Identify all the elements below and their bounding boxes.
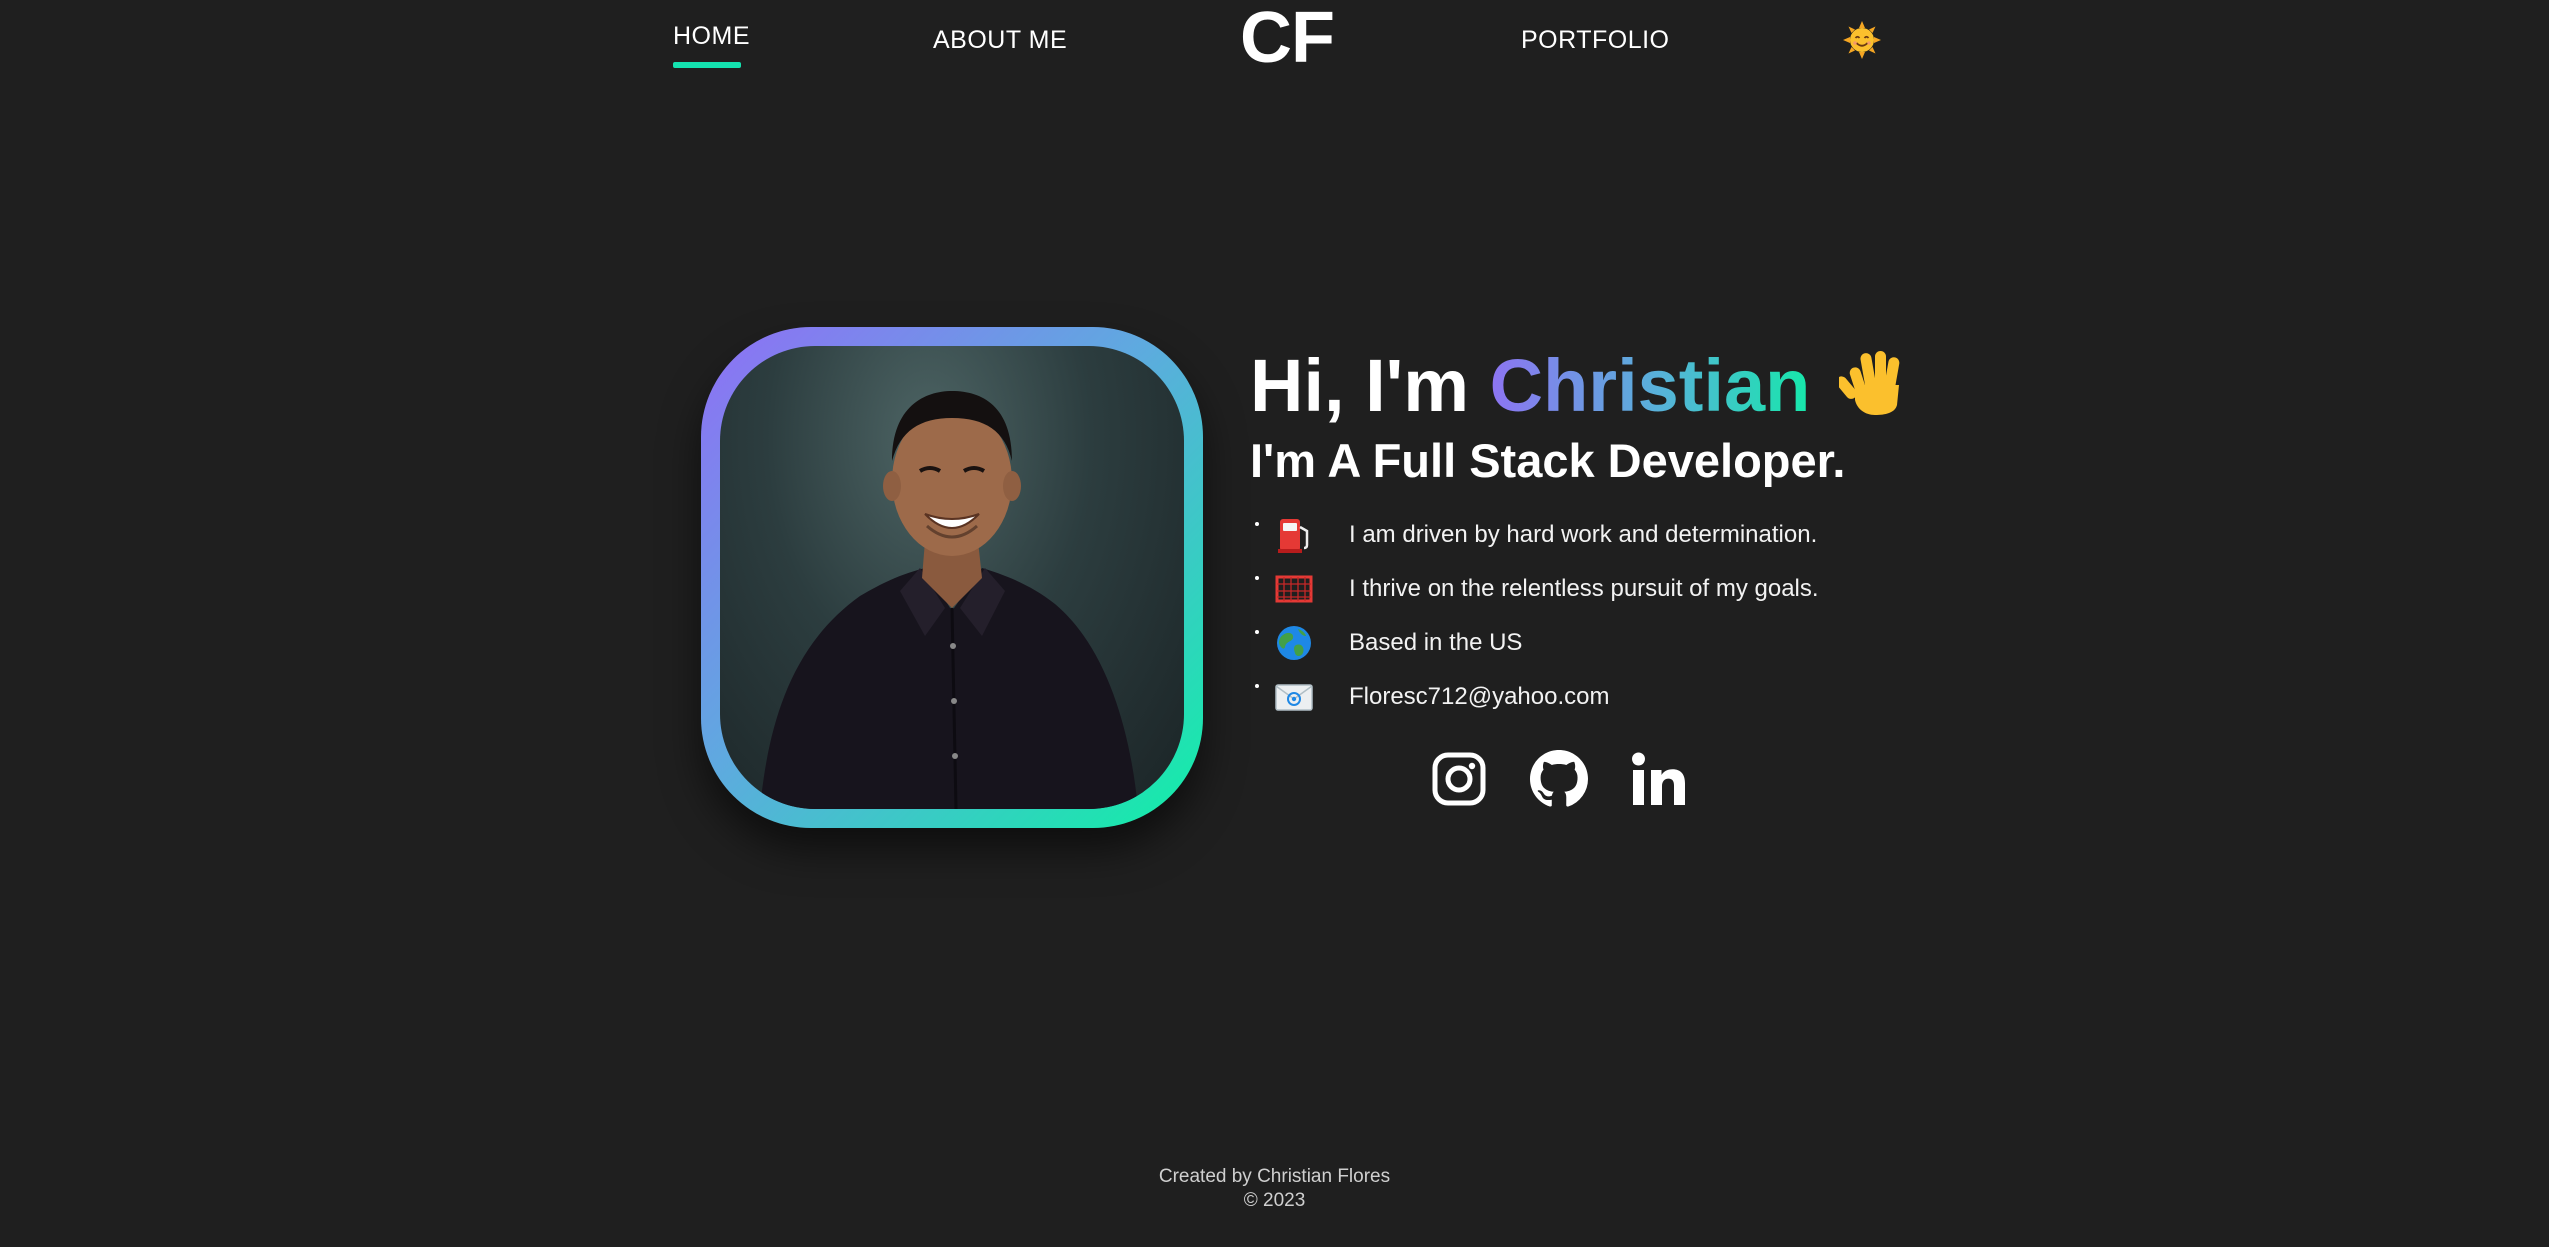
- greeting-name: Christian: [1489, 344, 1811, 427]
- fact-text: Based in the US: [1349, 629, 1523, 656]
- linkedin-link[interactable]: [1630, 750, 1688, 808]
- theme-toggle-button[interactable]: [1842, 20, 1882, 60]
- nav-home-link[interactable]: HOME: [673, 22, 750, 51]
- github-icon: [1530, 750, 1588, 807]
- goal-net-icon: [1275, 575, 1313, 603]
- fact-text: I am driven by hard work and determinati…: [1349, 521, 1818, 548]
- fuel-pump-icon: [1278, 519, 1309, 553]
- nav-about-link[interactable]: ABOUT ME: [933, 26, 1067, 55]
- hero-greeting: Hi, I'm Christian: [1250, 345, 1911, 426]
- instagram-link[interactable]: [1430, 750, 1488, 808]
- sun-face-icon: [1843, 21, 1881, 59]
- profile-photo: [720, 346, 1184, 809]
- github-link[interactable]: [1530, 750, 1588, 808]
- hero-subtitle: I'm A Full Stack Developer.: [1250, 434, 1846, 487]
- footer-copyright: © 2023: [1243, 1190, 1306, 1211]
- email-text[interactable]: Floresc712@yahoo.com: [1349, 683, 1609, 711]
- portrait-illustration: [760, 391, 1138, 809]
- instagram-icon: [1432, 752, 1486, 806]
- linkedin-icon: [1632, 752, 1685, 805]
- top-nav: HOME ABOUT ME CF PORTFOLIO: [0, 0, 2549, 90]
- footer-credit: Created by Christian Flores: [1158, 1166, 1391, 1187]
- fact-text: I thrive on the relentless pursuit of my…: [1349, 575, 1819, 602]
- page-footer: Created by Christian Flores © 2023: [0, 1165, 2549, 1213]
- site-logo[interactable]: CF: [1240, 2, 1335, 74]
- nav-portfolio-link[interactable]: PORTFOLIO: [1521, 26, 1670, 55]
- page: HOME ABOUT ME CF PORTFOLIO Hi, I'm Chris…: [0, 0, 2549, 1247]
- waving-hand-icon: [1838, 351, 1900, 415]
- greeting-prefix: Hi, I'm: [1250, 344, 1490, 427]
- email-envelope-icon: [1275, 684, 1313, 711]
- profile-photo-frame: [701, 327, 1203, 828]
- active-nav-underline: [673, 62, 741, 68]
- globe-icon: [1277, 626, 1311, 660]
